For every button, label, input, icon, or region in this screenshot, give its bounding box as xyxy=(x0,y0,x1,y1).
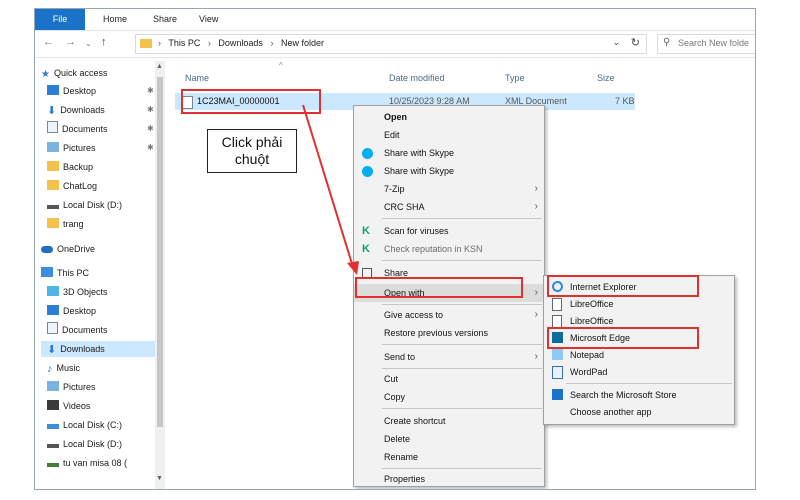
annotation-arrow-icon xyxy=(302,104,359,275)
file-explorer-window: File Home Share View ← → ⌄ ↑ › This PC ›… xyxy=(34,8,756,490)
